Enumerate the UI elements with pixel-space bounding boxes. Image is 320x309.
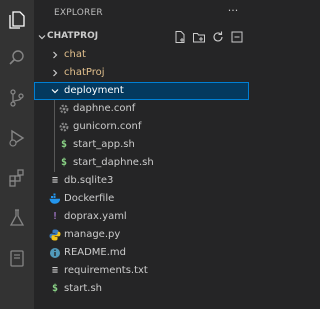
- new-folder-icon[interactable]: [192, 30, 206, 44]
- file-label: start_daphne.sh: [73, 157, 154, 168]
- explorer-title: EXPLORER: [54, 8, 103, 18]
- tree-file-start-app-sh[interactable]: $ start_app.sh: [34, 136, 249, 154]
- folder-label: chatProj: [64, 67, 105, 78]
- tree-folder-chatproj[interactable]: chatProj: [34, 64, 249, 82]
- chevron-down-icon: [51, 89, 59, 94]
- shell-script-icon: $: [60, 157, 68, 168]
- testing-flask-icon[interactable]: [5, 206, 29, 230]
- explorer-sidebar: EXPLORER ··· CHATPROJ chat chatProj depl…: [34, 0, 249, 309]
- extensions-icon[interactable]: [5, 166, 29, 190]
- python-icon: [49, 229, 61, 241]
- file-label: db.sqlite3: [64, 175, 114, 186]
- source-control-icon[interactable]: [5, 86, 29, 110]
- tree-file-doprax-yaml[interactable]: ! doprax.yaml: [34, 208, 249, 226]
- folder-label: deployment: [64, 85, 124, 96]
- tree-file-manage-py[interactable]: manage.py: [34, 226, 249, 244]
- file-label: gunicorn.conf: [73, 121, 142, 132]
- file-label: requirements.txt: [64, 265, 148, 276]
- info-icon: [50, 248, 60, 258]
- tree-file-readme-md[interactable]: README.md: [34, 244, 249, 262]
- tree-file-requirements-txt[interactable]: ≡ requirements.txt: [34, 262, 249, 280]
- search-icon[interactable]: [5, 46, 29, 70]
- activity-bar: [0, 0, 34, 309]
- chevron-right-icon: [53, 51, 58, 59]
- gear-icon: [59, 122, 69, 132]
- workspace-title: CHATPROJ: [47, 31, 99, 41]
- file-label: start_app.sh: [73, 139, 135, 150]
- list-file-icon: ≡: [51, 265, 59, 276]
- tree-file-dockerfile[interactable]: Dockerfile: [34, 190, 249, 208]
- collapse-all-icon[interactable]: [230, 30, 244, 44]
- chevron-right-icon: [53, 69, 58, 77]
- file-label: Dockerfile: [64, 193, 115, 204]
- file-label: README.md: [64, 247, 127, 258]
- tree-file-daphne-conf[interactable]: daphne.conf: [34, 100, 249, 118]
- shell-script-icon: $: [51, 283, 59, 294]
- shell-script-icon: $: [60, 139, 68, 150]
- yaml-icon: !: [51, 211, 59, 222]
- explorer-icon[interactable]: [5, 8, 29, 32]
- list-file-icon: ≡: [51, 175, 59, 186]
- file-label: manage.py: [64, 229, 121, 240]
- tree-file-db-sqlite3[interactable]: ≡ db.sqlite3: [34, 172, 249, 190]
- file-label: doprax.yaml: [64, 211, 127, 222]
- workspace-section-header[interactable]: CHATPROJ: [34, 28, 249, 46]
- more-actions-icon[interactable]: ···: [226, 4, 240, 18]
- new-file-icon[interactable]: [173, 30, 187, 44]
- refresh-icon[interactable]: [211, 30, 225, 44]
- file-label: daphne.conf: [73, 103, 136, 114]
- tree-folder-chat[interactable]: chat: [34, 46, 249, 64]
- tree-file-start-sh[interactable]: $ start.sh: [34, 280, 249, 298]
- folder-label: chat: [64, 49, 86, 60]
- tree-folder-deployment[interactable]: deployment: [34, 82, 249, 100]
- file-label: start.sh: [64, 283, 103, 294]
- run-debug-icon[interactable]: [5, 126, 29, 150]
- tree-file-gunicorn-conf[interactable]: gunicorn.conf: [34, 118, 249, 136]
- gear-icon: [59, 104, 69, 114]
- docker-icon: [49, 193, 61, 204]
- tree-file-start-daphne-sh[interactable]: $ start_daphne.sh: [34, 154, 249, 172]
- remote-explorer-icon[interactable]: [5, 246, 29, 270]
